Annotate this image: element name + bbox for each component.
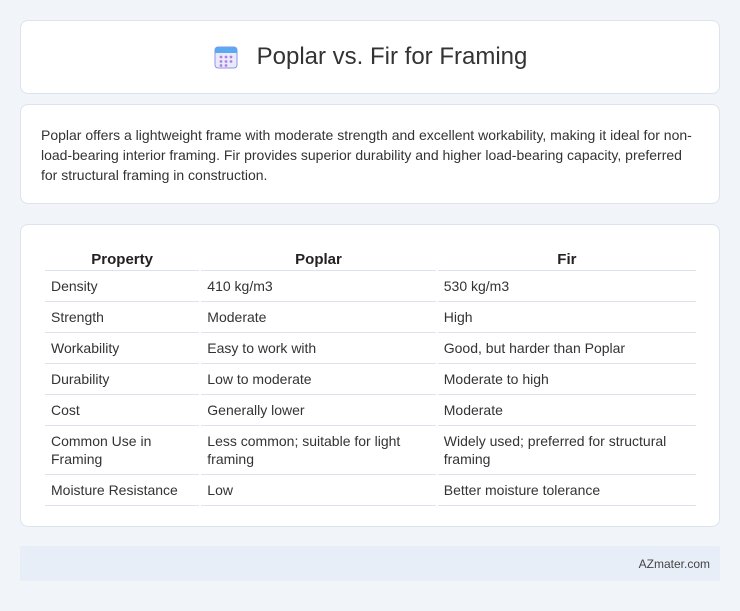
table-row: Moisture Resistance Low Better moisture … bbox=[45, 475, 696, 506]
row-fir-value: Good, but harder than Poplar bbox=[437, 333, 696, 364]
row-poplar-value: Less common; suitable for light framing bbox=[201, 426, 436, 475]
summary-text: Poplar offers a lightweight frame with m… bbox=[41, 127, 692, 183]
row-fir-value: 530 kg/m3 bbox=[437, 271, 696, 302]
row-fir-value: Better moisture tolerance bbox=[437, 475, 696, 506]
calendar-icon bbox=[213, 44, 239, 70]
row-poplar-value: 410 kg/m3 bbox=[201, 271, 436, 302]
footer-bar: AZmater.com bbox=[20, 546, 720, 581]
table-row: Workability Easy to work with Good, but … bbox=[45, 333, 696, 364]
row-property: Common Use in Framing bbox=[45, 426, 200, 475]
table-row: Density 410 kg/m3 530 kg/m3 bbox=[45, 271, 696, 302]
table-row: Durability Low to moderate Moderate to h… bbox=[45, 364, 696, 395]
row-poplar-value: Generally lower bbox=[201, 395, 436, 426]
row-poplar-value: Low to moderate bbox=[201, 364, 436, 395]
comparison-table: Property Poplar Fir Density 410 kg/m3 53… bbox=[43, 245, 698, 506]
footer-site-link[interactable]: AZmater.com bbox=[639, 557, 710, 571]
row-poplar-value: Easy to work with bbox=[201, 333, 436, 364]
header: Poplar vs. Fir for Framing bbox=[213, 43, 528, 71]
comparison-table-card: Property Poplar Fir Density 410 kg/m3 53… bbox=[20, 224, 720, 527]
summary-card: Poplar offers a lightweight frame with m… bbox=[20, 104, 720, 204]
header-property: Property bbox=[45, 245, 200, 271]
page-title: Poplar vs. Fir for Framing bbox=[256, 43, 528, 70]
header-card: Poplar vs. Fir for Framing bbox=[20, 20, 720, 94]
row-fir-value: Moderate to high bbox=[437, 364, 696, 395]
table-row: Strength Moderate High bbox=[45, 302, 696, 333]
row-poplar-value: Moderate bbox=[201, 302, 436, 333]
header-fir: Fir bbox=[437, 245, 696, 271]
row-fir-value: Moderate bbox=[437, 395, 696, 426]
row-property: Cost bbox=[45, 395, 200, 426]
row-poplar-value: Low bbox=[201, 475, 436, 506]
row-fir-value: Widely used; preferred for structural fr… bbox=[437, 426, 696, 475]
row-property: Moisture Resistance bbox=[45, 475, 200, 506]
row-property: Durability bbox=[45, 364, 200, 395]
table-header-row: Property Poplar Fir bbox=[45, 245, 696, 271]
header-poplar: Poplar bbox=[201, 245, 436, 271]
table-row: Common Use in Framing Less common; suita… bbox=[45, 426, 696, 475]
row-property: Strength bbox=[45, 302, 200, 333]
row-property: Density bbox=[45, 271, 200, 302]
table-row: Cost Generally lower Moderate bbox=[45, 395, 696, 426]
row-fir-value: High bbox=[437, 302, 696, 333]
row-property: Workability bbox=[45, 333, 200, 364]
